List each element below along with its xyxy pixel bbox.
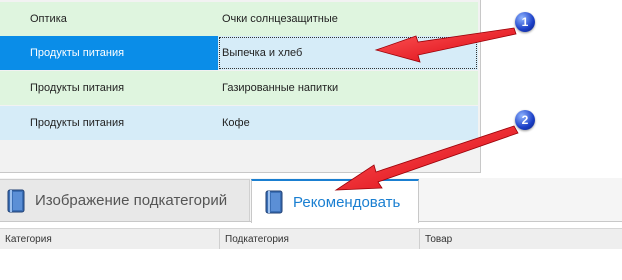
annotation-badge-2: 2 xyxy=(515,110,535,130)
column-header-product[interactable]: Товар xyxy=(420,229,622,249)
book-icon xyxy=(265,190,283,214)
table-header: Категория Подкатегория Товар xyxy=(0,228,622,250)
grid-row[interactable]: Оптика Очки солнцезащитные xyxy=(0,2,478,36)
subcategory-cell[interactable]: Газированные напитки xyxy=(218,71,478,105)
column-header-category[interactable]: Категория xyxy=(0,229,220,249)
grid-row[interactable]: Продукты питания Газированные напитки xyxy=(0,71,478,105)
book-icon xyxy=(7,189,25,212)
category-cell[interactable]: Продукты питания xyxy=(0,71,218,105)
category-cell[interactable]: Оптика xyxy=(0,2,218,36)
grid-row[interactable]: Продукты питания Кофе xyxy=(0,106,478,140)
annotation-badge-1: 1 xyxy=(515,12,535,32)
category-cell[interactable]: Продукты питания xyxy=(0,36,218,70)
tab-recommend[interactable]: Рекомендовать xyxy=(251,179,419,223)
subcategory-cell[interactable]: Очки солнцезащитные xyxy=(218,2,478,36)
tab-subcategory-images[interactable]: Изображение подкатегорий xyxy=(0,179,250,221)
column-header-subcategory[interactable]: Подкатегория xyxy=(220,229,420,249)
table-body xyxy=(0,249,622,280)
subcategory-grid: Оптика Очки солнцезащитные Продукты пита… xyxy=(0,0,481,173)
subcategory-cell-focused[interactable]: Выпечка и хлеб xyxy=(218,36,478,70)
subcategory-cell[interactable]: Кофе xyxy=(218,106,478,140)
tab-label: Рекомендовать xyxy=(293,193,401,211)
grid-row-selected[interactable]: Продукты питания Выпечка и хлеб xyxy=(0,36,478,70)
tab-label: Изображение подкатегорий xyxy=(35,192,228,209)
category-cell[interactable]: Продукты питания xyxy=(0,106,218,140)
